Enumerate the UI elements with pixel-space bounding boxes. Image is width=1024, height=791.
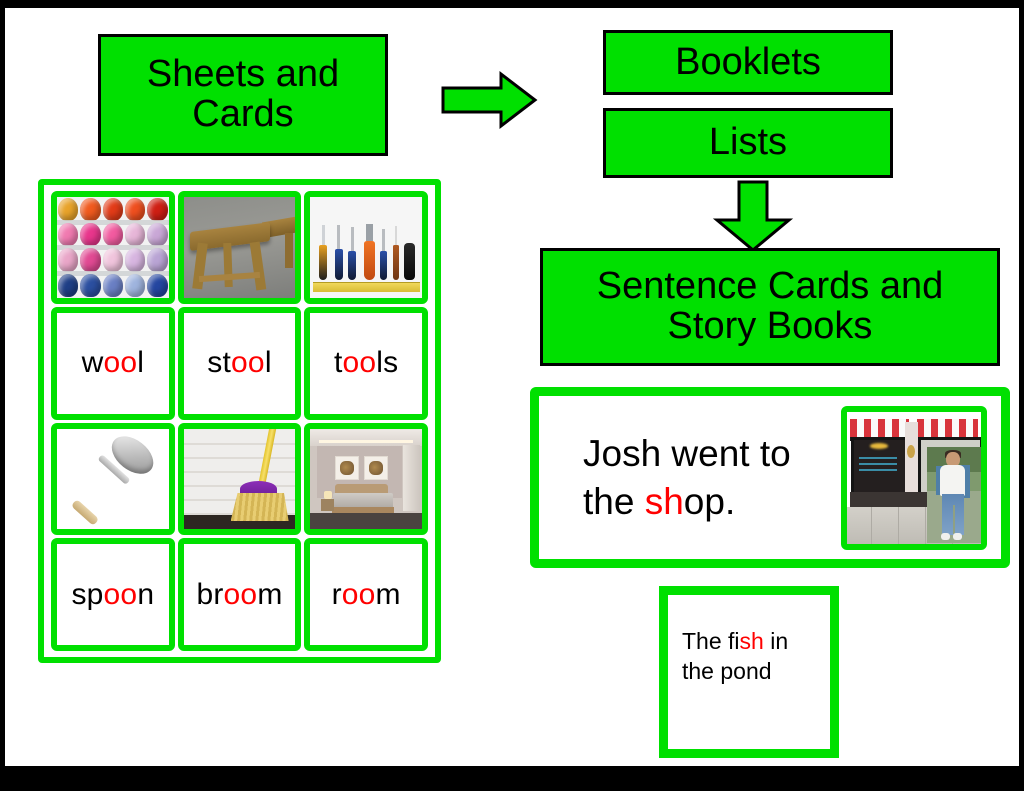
grid-cell-word-broom[interactable]: broom — [177, 538, 302, 651]
spoon-picture — [57, 428, 169, 530]
grid-cell-broom-picture[interactable] — [177, 422, 302, 536]
grid-cell-tools-picture[interactable] — [304, 191, 428, 304]
room-picture — [310, 428, 422, 530]
grid-cell-wool-picture[interactable] — [51, 191, 175, 304]
grid-cell-spoon-picture[interactable] — [51, 422, 175, 536]
sentence-line2: the shop. — [583, 480, 736, 522]
wool-picture — [57, 197, 169, 298]
story-card-fish[interactable]: The fish in the pond — [659, 586, 839, 758]
word-wool: wool — [81, 346, 145, 380]
grid-cell-word-wool[interactable]: wool — [51, 306, 175, 420]
story-line1: The fish in — [682, 628, 789, 655]
picture-word-grid: wool stool tools spoon broom room — [38, 179, 441, 663]
grid-cell-word-room[interactable]: room — [304, 538, 428, 651]
grid-cell-word-tools[interactable]: tools — [304, 306, 428, 420]
grid-cell-stool-picture[interactable] — [177, 191, 302, 304]
grid-cell-word-spoon[interactable]: spoon — [51, 538, 175, 651]
stool-picture — [183, 197, 296, 298]
word-stool: stool — [207, 346, 272, 380]
story-card-text: The fish in the pond — [668, 627, 800, 717]
sentence-card-picture-frame — [841, 405, 987, 550]
box-sentence-line2: Story Books — [667, 305, 873, 347]
word-tools: tools — [333, 346, 399, 380]
down-arrow-icon — [709, 180, 797, 252]
box-sheets-line1: Sheets and — [146, 53, 340, 96]
box-sheets-line2: Cards — [192, 93, 294, 135]
diagram-canvas: Sheets and Cards Booklets Lists Sentence… — [5, 8, 1019, 766]
word-room: room — [331, 577, 401, 611]
sentence-card-text: Josh went to the shop. — [539, 430, 841, 525]
box-sheets-label: Sheets and Cards — [146, 53, 340, 135]
box-sentence-label: Sentence Cards and Story Books — [596, 265, 944, 347]
sentence-line1: Josh went to — [583, 433, 791, 475]
box-sentence-line1: Sentence Cards and — [596, 265, 944, 308]
box-sheets-and-cards[interactable]: Sheets and Cards — [98, 34, 388, 156]
grid-cell-room-picture[interactable] — [304, 422, 428, 536]
sentence-card-josh[interactable]: Josh went to the shop. — [530, 387, 1010, 568]
word-spoon: spoon — [71, 577, 155, 611]
box-lists-label: Lists — [708, 121, 788, 164]
box-booklets[interactable]: Booklets — [603, 30, 893, 95]
grid-cell-word-stool[interactable]: stool — [177, 306, 302, 420]
person-walking — [927, 447, 981, 544]
tools-picture — [310, 197, 422, 298]
story-line2: the pond — [682, 658, 772, 684]
box-sentence-cards-and-story-books[interactable]: Sentence Cards and Story Books — [540, 248, 1000, 366]
right-arrow-icon — [439, 70, 539, 130]
broom-picture — [183, 428, 296, 530]
box-booklets-label: Booklets — [675, 40, 821, 83]
box-lists[interactable]: Lists — [603, 108, 893, 178]
word-broom: broom — [196, 577, 283, 611]
